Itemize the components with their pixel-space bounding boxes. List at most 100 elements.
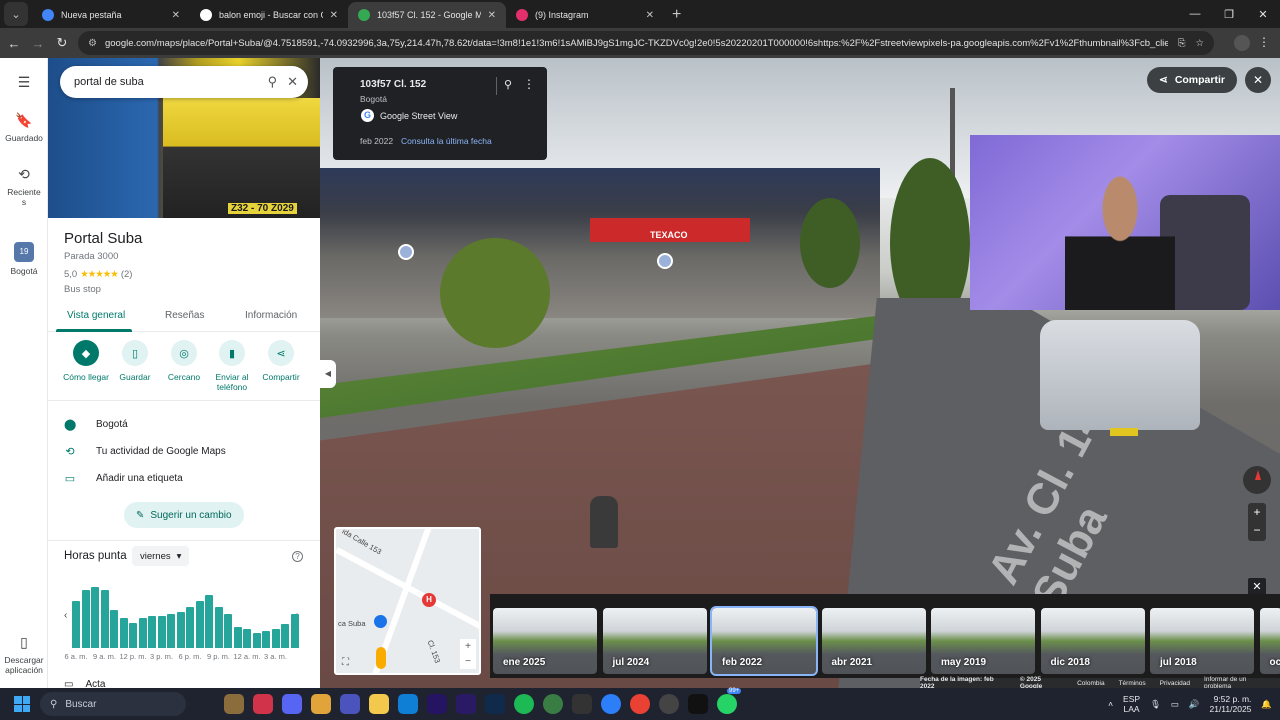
more-options-icon[interactable]: ⋮ — [523, 77, 535, 91]
zoom-in-icon[interactable]: + — [460, 639, 476, 654]
menu-icon[interactable]: ☰ — [0, 74, 48, 95]
site-info-icon[interactable]: ⚙ — [88, 38, 97, 49]
network-icon[interactable]: ▭ — [1171, 699, 1179, 710]
directions-button[interactable]: ◆ Cómo llegar — [58, 340, 114, 382]
chart-bar[interactable] — [224, 614, 232, 648]
chevron-up-icon[interactable]: ˄ — [1108, 699, 1113, 709]
tab-search-button[interactable]: ⌄ — [4, 2, 28, 26]
file-explorer-icon[interactable] — [369, 694, 389, 714]
browser-tab[interactable]: balon emoji - Buscar con Goog ✕ — [190, 2, 348, 28]
whatsapp-icon[interactable]: 99+ — [717, 688, 742, 714]
chart-bar[interactable] — [290, 614, 299, 648]
teams-icon[interactable] — [340, 694, 360, 714]
windows-start-icon[interactable] — [14, 696, 30, 712]
back-icon[interactable]: ← — [2, 36, 26, 51]
rail-bogota[interactable]: 19 Bogotá — [0, 242, 48, 276]
chrome-icon[interactable] — [630, 694, 650, 714]
zoom-out-icon[interactable]: − — [460, 654, 476, 669]
save-button[interactable]: ▯ Guardar — [107, 340, 163, 382]
tab-reviews[interactable]: Reseñas — [165, 310, 204, 321]
language-indicator[interactable]: ESP LAA — [1123, 694, 1140, 714]
timeline-thumbnail[interactable]: dic 2018 — [1040, 608, 1145, 674]
help-icon[interactable]: ? — [292, 551, 303, 562]
send-to-phone-button[interactable]: ▮ Enviar al teléfono — [204, 340, 260, 392]
pegman-icon[interactable] — [376, 647, 386, 669]
chart-bar[interactable] — [129, 622, 137, 648]
search-icon[interactable]: ⚲ — [268, 74, 278, 90]
latest-date-link[interactable]: Consulta la última fecha — [401, 136, 492, 146]
rail-recent[interactable]: ⟲ Reciente s — [0, 166, 48, 207]
edge-icon[interactable] — [398, 694, 418, 714]
chart-bar[interactable] — [233, 626, 242, 648]
spotify-icon[interactable] — [514, 694, 534, 714]
notifications-icon[interactable]: 🔔 — [1261, 699, 1272, 710]
rating-count[interactable]: (2) — [121, 269, 133, 280]
photoshop-icon[interactable] — [485, 694, 505, 714]
chart-bar[interactable] — [271, 629, 280, 648]
chart-bar[interactable] — [186, 607, 194, 648]
chart-bar[interactable] — [81, 590, 90, 648]
footer-privacy[interactable]: Privacidad — [1160, 680, 1190, 687]
chart-bar[interactable] — [91, 586, 99, 648]
clock[interactable]: 9:52 p. m. 21/11/2025 — [1209, 694, 1251, 714]
timeline-thumbnail[interactable]: may 2019 — [931, 608, 1035, 674]
close-tab-icon[interactable]: ✕ — [488, 10, 496, 21]
chart-bar[interactable] — [157, 615, 166, 648]
place-marker-icon[interactable] — [657, 253, 673, 269]
share-button[interactable]: ⋖ Compartir — [253, 340, 309, 382]
location-pin-icon[interactable]: ⚲ — [504, 78, 512, 91]
timeline-thumbnail[interactable]: ene 2025 — [493, 608, 597, 674]
copilot-icon[interactable] — [311, 694, 331, 714]
chart-bar[interactable] — [176, 612, 185, 648]
place-marker-icon[interactable] — [398, 244, 414, 260]
expand-map-icon[interactable]: ⛶ — [342, 657, 349, 668]
browser-tab[interactable]: Nueva pestaña ✕ — [32, 2, 190, 28]
chart-bar[interactable] — [167, 614, 175, 648]
capcut-icon[interactable] — [572, 694, 592, 714]
collapse-panel-button[interactable]: ◀ — [320, 360, 336, 388]
rail-saved[interactable]: 🔖 Guardado — [0, 112, 48, 143]
rail-download-app[interactable]: ▯ Descargar aplicación — [0, 634, 48, 675]
restore-icon[interactable]: ❐ — [1212, 0, 1246, 28]
share-street-view-button[interactable]: ⋖ Compartir — [1147, 67, 1237, 93]
clear-search-icon[interactable]: ✕ — [287, 74, 298, 90]
timeline-thumbnail[interactable]: oc — [1259, 608, 1280, 674]
chart-bar[interactable] — [243, 629, 251, 648]
chart-bar[interactable] — [138, 618, 147, 648]
widgets-icon[interactable] — [224, 694, 244, 714]
volume-icon[interactable]: 🔊 — [1189, 699, 1200, 710]
tab-overview[interactable]: Vista general — [67, 310, 125, 321]
install-app-icon[interactable]: ⎘ — [1178, 38, 1186, 49]
browser-tab-active[interactable]: 103f57 Cl. 152 - Google Maps ✕ — [348, 2, 506, 28]
microphone-icon[interactable]: 🎙 — [1150, 699, 1161, 710]
xbox-icon[interactable] — [543, 694, 563, 714]
chart-bar[interactable] — [205, 595, 213, 648]
footer-country[interactable]: Colombia — [1077, 680, 1104, 687]
hospital-icon[interactable]: H — [422, 593, 436, 607]
tiktok-icon[interactable] — [688, 694, 708, 714]
timeline-thumbnail[interactable]: jul 2024 — [602, 608, 707, 674]
info-row-address[interactable]: ⬤ Bogotá — [64, 418, 128, 431]
suggest-edit-button[interactable]: ✎ Sugerir un cambio — [124, 502, 244, 528]
bookmark-star-icon[interactable]: ☆ — [1195, 38, 1204, 49]
chart-bar[interactable] — [262, 631, 270, 648]
timeline-thumbnail[interactable]: abr 2021 — [821, 608, 926, 674]
chart-bar[interactable] — [119, 618, 128, 648]
timeline-thumbnail[interactable]: feb 2022 — [710, 606, 818, 676]
chart-bar[interactable] — [281, 624, 289, 648]
app-icon[interactable] — [601, 694, 621, 714]
close-street-view-button[interactable]: ✕ — [1245, 67, 1271, 93]
info-row-label[interactable]: ▭ Añadir una etiqueta — [64, 472, 183, 485]
forward-icon[interactable]: → — [26, 36, 50, 51]
compass-icon[interactable] — [1243, 466, 1271, 494]
chart-bar[interactable] — [252, 632, 261, 648]
close-tab-icon[interactable]: ✕ — [646, 10, 654, 21]
place-rating[interactable]: 5,0 ★★★★★ (2) — [64, 269, 132, 280]
chart-bar[interactable] — [195, 601, 204, 648]
zoom-out-icon[interactable]: − — [1248, 521, 1266, 539]
search-box[interactable]: portal de suba ⚲ ✕ — [60, 66, 308, 98]
profile-avatar[interactable] — [1234, 35, 1250, 51]
app-icon[interactable] — [253, 694, 273, 714]
chrome-menu-icon[interactable]: ⋮ — [1258, 35, 1270, 49]
chart-bar[interactable] — [100, 590, 109, 648]
